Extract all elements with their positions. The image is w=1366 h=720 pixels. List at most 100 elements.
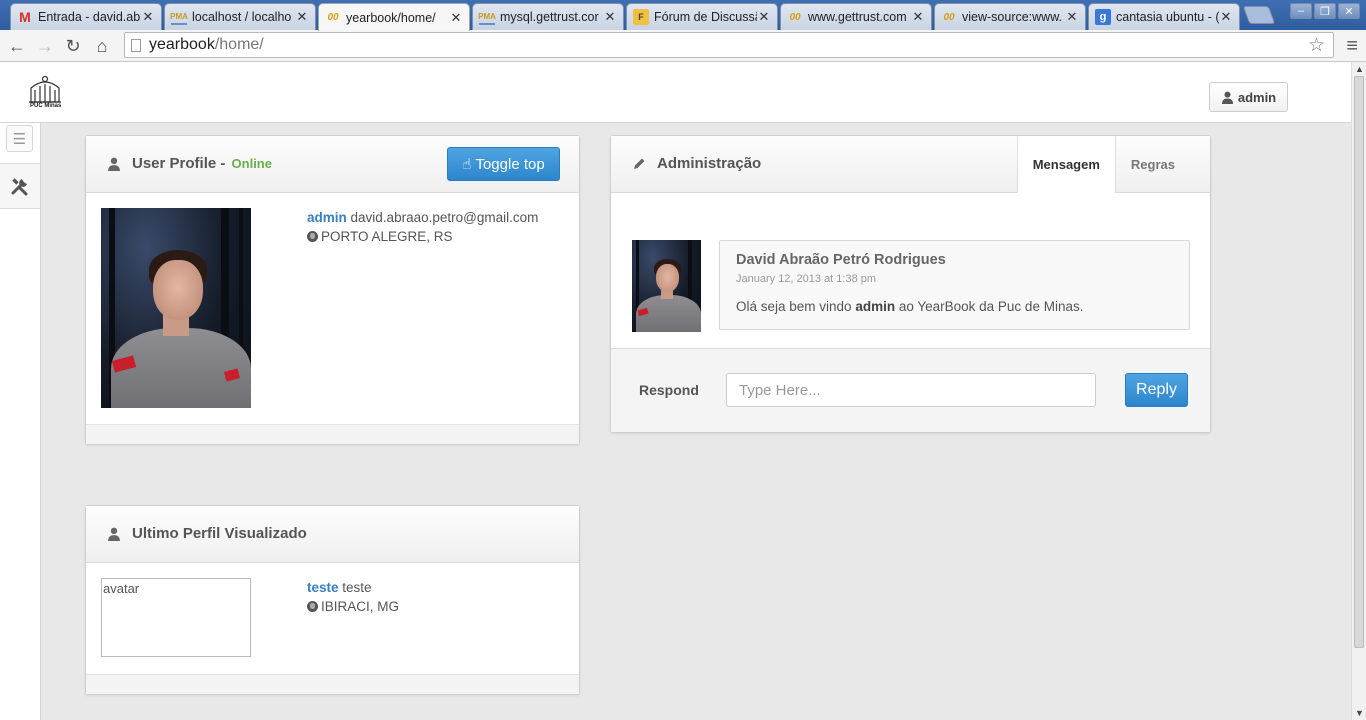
user-profile-title: User Profile - Online xyxy=(106,155,272,172)
browser-tab-mysql[interactable]: PMA mysql.gettrust.cor ✕ xyxy=(472,3,624,30)
administration-tabs: Mensagem Regras xyxy=(1016,136,1190,193)
forward-icon[interactable]: → xyxy=(33,34,57,58)
tools-icon xyxy=(11,178,28,196)
sidebar-item-tools[interactable] xyxy=(0,163,40,209)
last-viewed-name: teste xyxy=(342,580,372,595)
toggle-top-button[interactable]: ☝ Toggle top xyxy=(447,147,560,181)
browser-tab-title: view-source:www. xyxy=(962,10,1063,24)
wordpress-icon: 00 xyxy=(327,12,339,23)
last-viewed-footer xyxy=(86,674,579,694)
last-viewed-info: teste teste IBIRACI, MG xyxy=(307,578,399,616)
close-icon[interactable]: ✕ xyxy=(1219,9,1233,25)
user-profile-header: User Profile - Online ☝ Toggle top xyxy=(86,136,579,193)
close-icon[interactable]: ✕ xyxy=(1065,9,1079,25)
scroll-down-icon[interactable]: ▼ xyxy=(1355,708,1364,718)
hand-pointer-icon: ☝ xyxy=(462,156,472,173)
profile-username-link[interactable]: admin xyxy=(307,210,347,225)
user-icon xyxy=(1221,91,1233,104)
close-icon[interactable]: ✕ xyxy=(757,9,771,25)
scroll-thumb[interactable] xyxy=(1354,76,1364,648)
administration-title-text: Administração xyxy=(657,155,762,172)
bookmark-star-icon[interactable]: ☆ xyxy=(1308,34,1325,57)
administration-title: Administração xyxy=(631,155,761,172)
user-menu-label: admin xyxy=(1237,89,1277,105)
message-date: January 12, 2013 at 1:38 pm xyxy=(736,273,877,285)
last-viewed-header: Ultimo Perfil Visualizado xyxy=(86,506,579,563)
close-icon[interactable]: ✕ xyxy=(449,10,463,26)
user-menu-button[interactable]: admin xyxy=(1209,82,1288,112)
new-tab-button[interactable] xyxy=(1242,6,1276,24)
page-scrollbar[interactable]: ▲ ▼ xyxy=(1351,62,1366,720)
browser-tab-title: mysql.gettrust.cor xyxy=(500,10,599,24)
browser-tab-title: localhost / localho xyxy=(192,10,292,24)
page-icon xyxy=(131,38,141,52)
administration-header: Administração Mensagem Regras xyxy=(611,136,1210,193)
logo-text: PUC Minas xyxy=(30,103,62,109)
close-window-icon[interactable]: ✕ xyxy=(1338,3,1360,19)
tab-regras[interactable]: Regras xyxy=(1114,136,1190,193)
home-icon[interactable]: ⌂ xyxy=(90,34,114,58)
browser-tab-forum[interactable]: F Fórum de Discussã ✕ xyxy=(626,3,778,30)
wordpress-icon: 00 xyxy=(789,11,801,23)
browser-tabstrip: M Entrada - david.abr ✕ PMA localhost / … xyxy=(0,0,1366,31)
reply-button[interactable]: Reply xyxy=(1125,373,1188,407)
profile-email: david.abraao.petro@gmail.com xyxy=(350,210,539,225)
forum-icon: F xyxy=(633,9,649,25)
profile-info: admin david.abraao.petro@gmail.com PORTO… xyxy=(307,208,538,246)
last-viewed-username-link[interactable]: teste xyxy=(307,580,339,595)
globe-icon xyxy=(307,231,318,242)
pencil-icon xyxy=(634,158,645,169)
online-status: Online xyxy=(231,156,272,171)
user-profile-title-text: User Profile - xyxy=(132,155,230,172)
reload-icon[interactable]: ↻ xyxy=(61,34,85,58)
google-icon: g xyxy=(1095,9,1111,25)
profile-photo xyxy=(101,208,251,408)
close-icon[interactable]: ✕ xyxy=(295,9,309,25)
close-icon[interactable]: ✕ xyxy=(141,9,155,25)
wordpress-icon: 00 xyxy=(943,11,955,23)
user-profile-panel: User Profile - Online ☝ Toggle top admin… xyxy=(85,135,580,445)
address-bar[interactable]: yearbook/home/ ☆ xyxy=(124,32,1334,58)
sidebar-toggle-button[interactable]: ☰ xyxy=(6,125,33,152)
scroll-up-icon[interactable]: ▲ xyxy=(1355,64,1364,74)
browser-tab-title: www.gettrust.com xyxy=(808,10,907,24)
avatar-placeholder: avatar xyxy=(101,578,251,657)
menu-icon[interactable]: ≡ xyxy=(1346,35,1358,58)
user-icon xyxy=(108,157,120,171)
tab-mensagem[interactable]: Mensagem xyxy=(1016,136,1115,193)
browser-tab-localhost[interactable]: PMA localhost / localho ✕ xyxy=(164,3,316,30)
message-card: David Abraão Petró Rodrigues January 12,… xyxy=(719,240,1190,330)
last-viewed-title-text: Ultimo Perfil Visualizado xyxy=(132,525,307,542)
minimize-icon[interactable]: – xyxy=(1290,3,1312,19)
window-controls: – ❐ ✕ xyxy=(1290,3,1360,19)
browser-tab-title: Entrada - david.abr xyxy=(38,10,141,24)
toggle-top-label: Toggle top xyxy=(475,155,545,173)
message-author: David Abraão Petró Rodrigues xyxy=(736,252,946,268)
url-host: yearbook xyxy=(149,36,215,53)
browser-tab-view-source[interactable]: 00 view-source:www. ✕ xyxy=(934,3,1086,30)
close-icon[interactable]: ✕ xyxy=(603,9,617,25)
browser-tab-yearbook[interactable]: 00 yearbook/home/ ✕ xyxy=(318,3,470,31)
restore-icon[interactable]: ❐ xyxy=(1314,3,1336,19)
reply-input[interactable] xyxy=(726,373,1096,407)
menu-lines-icon: ☰ xyxy=(12,130,27,148)
browser-tab-title: yearbook/home/ xyxy=(346,10,436,25)
user-profile-footer xyxy=(86,424,579,444)
browser-tab-title: Fórum de Discussã xyxy=(654,10,757,24)
globe-icon xyxy=(307,601,318,612)
last-viewed-profile-panel: Ultimo Perfil Visualizado avatar teste t… xyxy=(85,505,580,695)
message-author-avatar xyxy=(632,240,701,332)
phpmyadmin-icon: PMA xyxy=(170,9,188,25)
back-icon[interactable]: ← xyxy=(5,34,29,58)
close-icon[interactable]: ✕ xyxy=(911,9,925,25)
browser-tab-gmail[interactable]: M Entrada - david.abr ✕ xyxy=(10,3,162,30)
reply-area: Respond Reply xyxy=(611,348,1210,432)
browser-tab-gettrust[interactable]: 00 www.gettrust.com ✕ xyxy=(780,3,932,30)
url-path: /home/ xyxy=(214,36,264,53)
message-text: Olá seja bem vindo admin ao YearBook da … xyxy=(736,299,1084,314)
browser-toolbar: ← → ↻ ⌂ yearbook/home/ ☆ ≡ xyxy=(0,30,1366,62)
respond-label: Respond xyxy=(639,382,699,398)
page: PUC Minas admin ☰ User Profile - Online xyxy=(0,62,1351,720)
browser-tab-google[interactable]: g cantasia ubuntu - ( ✕ xyxy=(1088,3,1240,30)
top-navbar: PUC Minas admin xyxy=(0,62,1351,123)
